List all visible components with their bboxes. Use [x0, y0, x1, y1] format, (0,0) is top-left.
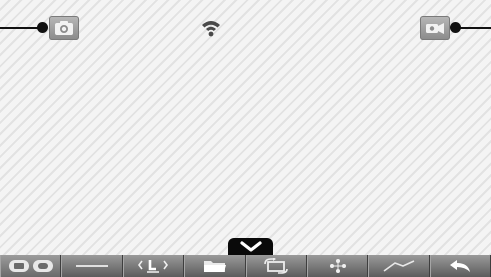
camera-button[interactable]: [49, 16, 79, 40]
points-tool-button[interactable]: [306, 255, 369, 277]
camera-switch-icon: [426, 23, 444, 34]
callout-line-left: [0, 27, 42, 29]
folder-icon: [203, 261, 226, 272]
camera-switch-button[interactable]: [420, 16, 450, 40]
callout-dot-right: [450, 22, 461, 33]
folder-button[interactable]: [184, 255, 246, 277]
bottom-toolbar: [0, 255, 491, 277]
back-icon: [450, 260, 471, 272]
rotate-tool-button[interactable]: [245, 255, 307, 277]
l-shape-tool-button[interactable]: [122, 255, 185, 277]
line-tool-button[interactable]: [61, 255, 123, 277]
wifi-icon: [202, 21, 220, 37]
display-mode-button[interactable]: [0, 255, 62, 277]
dots-icon: [329, 259, 346, 273]
dual-screen-icon: [8, 260, 53, 272]
line-icon: [76, 265, 109, 267]
camera-icon: [55, 21, 73, 35]
chevron-down-icon: [239, 240, 262, 252]
collapse-toolbar-tab[interactable]: [228, 238, 273, 255]
curve-tool-button[interactable]: [368, 255, 430, 277]
rotate-icon: [264, 258, 288, 274]
back-button[interactable]: [429, 255, 491, 277]
callout-dot-left: [37, 22, 48, 33]
l-shape-icon: [138, 260, 169, 273]
curve-icon: [383, 260, 415, 272]
